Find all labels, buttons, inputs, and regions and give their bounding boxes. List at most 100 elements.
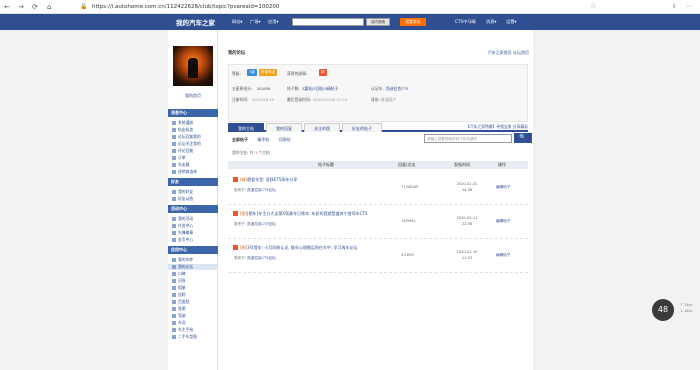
sidebar-item[interactable]: 好友动态 xyxy=(172,196,193,202)
header-links[interactable]: 汽车之家首页 论坛首页 xyxy=(488,50,529,56)
post-title[interactable]: [图][晒车]车主分大证第X驾驶车日常车: 年轮的我就是盛苏宁首驾车CT5 xyxy=(240,211,367,217)
sidebar-item[interactable]: 我的活动 xyxy=(172,216,193,222)
messages-menu[interactable]: 消息▾ xyxy=(486,19,496,25)
tabs-right-links[interactable]: 【汽车之家特邀】寻找宝贵 分享精彩 xyxy=(466,124,528,130)
tab-my-replies[interactable]: 我的回复 xyxy=(266,123,302,132)
medal-icon xyxy=(172,231,176,235)
post-meta: 发布于: 凯迪拉克CT5论坛 xyxy=(234,222,276,226)
menu-website[interactable]: 网站▾ xyxy=(232,19,242,25)
sidebar-item[interactable]: 我的车库 xyxy=(172,257,193,263)
post-date: 2020-02-02 14:36 xyxy=(456,182,478,192)
edit-post-link[interactable]: 编辑帖子 xyxy=(496,253,510,258)
speed-readout: ↑ 2k/s ↓ 4k/s xyxy=(680,302,693,313)
address-bar[interactable]: https://i.autohome.com.cn/112422628/club… xyxy=(92,2,572,12)
settings-menu[interactable]: 设置▾ xyxy=(506,19,516,25)
track-icon xyxy=(172,293,176,297)
sidebar-item[interactable]: 百度贴 xyxy=(172,299,189,305)
order-icon xyxy=(172,156,176,160)
post-title[interactable]: [精]晒爱车型: 凌跃ET5周年分享 xyxy=(240,177,297,183)
post-search-input[interactable]: 请输入您要搜索的帖子的关键字 xyxy=(424,134,512,143)
site-search-button[interactable]: 站内搜索 xyxy=(366,18,390,26)
sidebar-item[interactable]: 系统通知 xyxy=(172,120,193,126)
post-type-icon xyxy=(233,211,238,216)
question-icon xyxy=(172,279,176,283)
sidebar-item[interactable]: 车主手册 xyxy=(172,327,193,333)
menu-square[interactable]: 广场▾ xyxy=(250,19,260,25)
reply-count: 13/9941 xyxy=(401,219,416,223)
subtab-qa[interactable]: 问答帖 xyxy=(279,137,291,142)
mail-icon xyxy=(172,128,176,132)
tab-my-posts[interactable]: 我的主帖 xyxy=(228,123,264,132)
menu-apps[interactable]: 应用▾ xyxy=(268,19,278,25)
sidebar-item[interactable]: 评论回复 xyxy=(172,148,193,154)
sidebar-section-activities: 活动中心 xyxy=(168,205,218,213)
drive-icon xyxy=(172,314,176,318)
edit-post-link[interactable]: 编辑帖子 xyxy=(496,185,510,190)
tab-followed[interactable]: 关注的版 xyxy=(304,123,340,132)
sidebar-item[interactable]: 追踪 xyxy=(172,292,186,298)
bookmark-star-icon[interactable]: ☆ xyxy=(590,2,596,10)
garage-icon xyxy=(172,258,176,262)
sidebar-item[interactable]: 订单 xyxy=(172,155,186,161)
site-logo[interactable]: 我的汽车之家 xyxy=(176,17,215,27)
col-title: 帖子标题 xyxy=(318,162,334,167)
post-meta: 发布于: 凯迪拉克CT5论坛 xyxy=(234,256,276,260)
reload-icon[interactable]: ⟳ xyxy=(32,3,38,11)
review-icon xyxy=(172,272,176,276)
sidebar-item[interactable]: 车友圈 xyxy=(172,162,189,168)
sidebar-item[interactable]: 二手车型图 xyxy=(172,334,197,340)
avatar-figure xyxy=(188,58,198,78)
posts-value[interactable]: 3篇帖/5回帖/0精帖子 xyxy=(302,86,338,92)
bell-icon xyxy=(172,121,176,125)
reg-label: 注册时间: xyxy=(232,97,249,102)
score-label: 五星原创分: xyxy=(232,86,253,91)
sidebar-item[interactable]: 帖友私信 xyxy=(172,127,193,133)
car-question-icon xyxy=(172,321,176,325)
cert-label: 认证车: xyxy=(371,86,384,91)
sidebar-item[interactable]: 相册 xyxy=(172,285,186,291)
tab-friends-posts[interactable]: 好友的帖子 xyxy=(342,123,382,132)
posts-label: 帖子数: xyxy=(287,86,300,91)
post-title[interactable]: [图]3号提车: 小月同修认证, 换车心理搬运到在车中; 学习周车论坛 xyxy=(240,245,357,251)
site-header: 我的汽车之家 网站▾ 广场▾ 应用▾ 站内搜索 我要发帖 CTS中马晴 消息▾ … xyxy=(0,14,700,30)
avatar[interactable] xyxy=(173,46,213,86)
table-row: [精]晒爱车型: 凌跃ET5周年分享 发布于: 凯迪拉克CT5论坛 71/580… xyxy=(228,173,528,205)
user-info-panel: 等级: 7级 资深车迷 获得的勋章: 精 五星原创分: 20,000 帖子数: … xyxy=(228,64,528,122)
sidebar-item[interactable]: 驾驶 xyxy=(172,313,186,319)
sidebar-home-link[interactable]: 我的首页 xyxy=(168,93,218,99)
forum-icon xyxy=(172,265,176,269)
sidebar-item[interactable]: 车问 xyxy=(172,320,186,326)
last-login-value: 2020-03-08 21:53 xyxy=(313,97,348,102)
sidebar-item[interactable]: 答案 xyxy=(172,306,186,312)
medal-label: 获得的勋章: xyxy=(287,71,308,76)
sidebar-item[interactable]: 问答 xyxy=(172,278,186,284)
menu-icon[interactable]: ⋯ xyxy=(686,3,692,10)
forward-icon[interactable]: → xyxy=(18,3,24,11)
download-icon[interactable]: ⇩ xyxy=(672,3,677,10)
subtab-all[interactable]: 全部帖子 xyxy=(232,137,248,142)
sidebar-item[interactable]: 论坛关注我的 xyxy=(172,141,201,147)
sidebar-item[interactable]: 口碑 xyxy=(172,271,186,277)
speed-widget[interactable]: 48 xyxy=(652,299,674,321)
sidebar-item[interactable]: 我的好友 xyxy=(172,189,193,195)
sidebar-item[interactable]: 论坛回复我的 xyxy=(172,134,201,140)
reg-value: 2019-08-15 xyxy=(252,97,275,102)
reply-icon xyxy=(172,135,176,139)
back-icon[interactable]: ← xyxy=(4,3,10,11)
sidebar-item[interactable]: 先锋徽章 xyxy=(172,230,193,236)
search-icon[interactable]: 🔍 xyxy=(514,133,532,143)
sidebar-item-my-forum[interactable]: 我的论坛 xyxy=(168,264,218,270)
col-date: 发帖时间 xyxy=(454,162,470,167)
site-search-input[interactable] xyxy=(292,18,364,26)
cert-value[interactable]: 凯迪拉克CT5 xyxy=(386,86,409,92)
sidebar-item[interactable]: 任务中心 xyxy=(172,223,193,229)
home-icon[interactable]: ⌂ xyxy=(47,3,51,11)
edit-post-link[interactable]: 编辑帖子 xyxy=(496,219,510,224)
user-name[interactable]: CTS中马晴 xyxy=(455,19,476,25)
subtab-featured[interactable]: 精华帖 xyxy=(257,137,269,142)
publish-button[interactable]: 我要发帖 xyxy=(400,18,426,26)
sidebar-item[interactable]: 经销商咨询 xyxy=(172,169,197,175)
sidebar-item[interactable]: 金币中心 xyxy=(172,237,193,243)
tieba-icon xyxy=(172,300,176,304)
level-label: 等级: xyxy=(232,71,241,76)
